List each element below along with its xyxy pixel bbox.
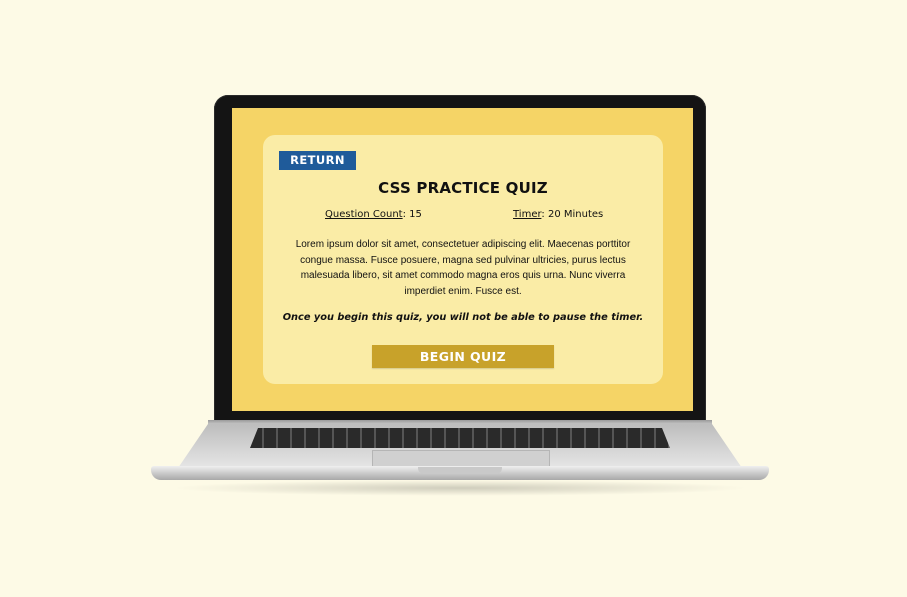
begin-quiz-button[interactable]: BEGIN QUIZ [372, 345, 554, 368]
return-button[interactable]: RETURN [279, 151, 356, 170]
quiz-card: RETURN CSS PRACTICE QUIZ Question Count:… [263, 135, 663, 384]
quiz-description: Lorem ipsum dolor sit amet, consectetuer… [295, 239, 631, 297]
laptop-mockup: RETURN CSS PRACTICE QUIZ Question Count:… [0, 0, 907, 597]
quiz-title: CSS PRACTICE QUIZ [378, 179, 548, 197]
question-count-value: : 15 [402, 209, 422, 220]
keyboard [250, 428, 670, 448]
trackpad [372, 450, 550, 467]
question-count: Question Count: 15 [325, 209, 422, 220]
timer-info: Timer: 20 Minutes [513, 209, 603, 220]
timer-value: : 20 Minutes [541, 209, 604, 220]
laptop-shadow [170, 480, 750, 496]
timer-label: Timer [513, 209, 542, 220]
laptop-notch [418, 467, 502, 474]
timer-warning: Once you begin this quiz, you will not b… [282, 312, 644, 323]
question-count-label: Question Count [325, 209, 403, 220]
